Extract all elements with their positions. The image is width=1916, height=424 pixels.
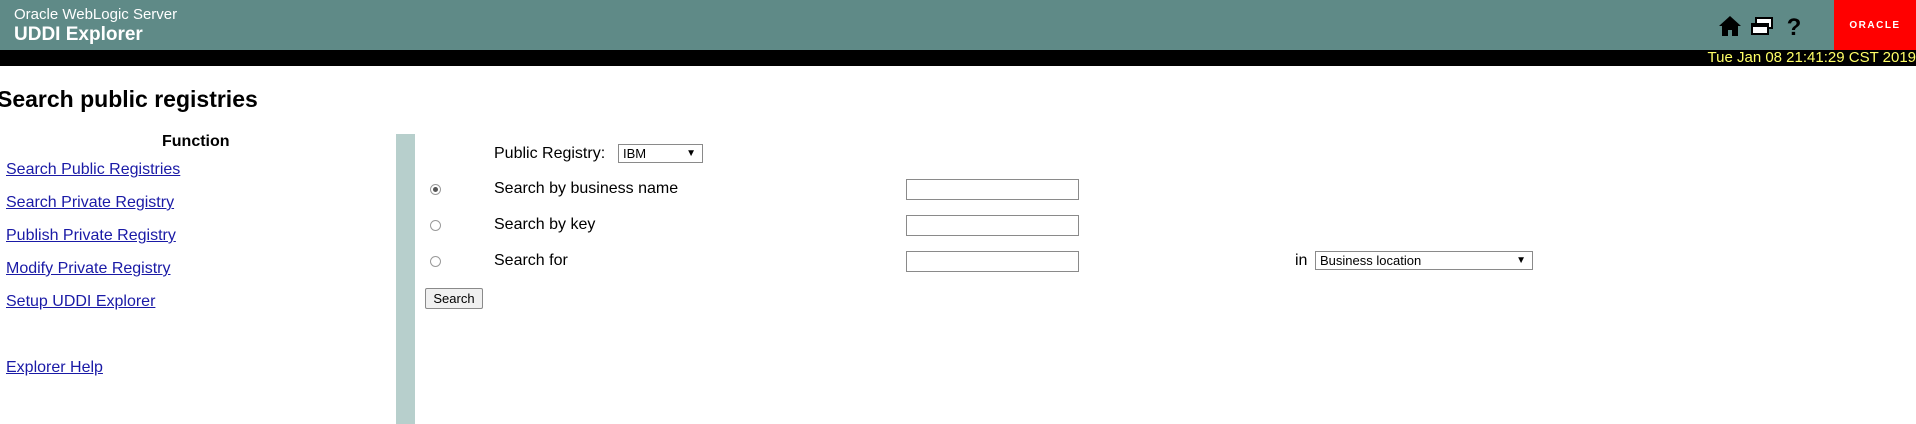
timestamp: Tue Jan 08 21:41:29 CST 2019	[1707, 49, 1916, 66]
location-select-value: Business location	[1320, 253, 1422, 268]
date-bar: Tue Jan 08 21:41:29 CST 2019	[0, 50, 1916, 66]
svg-text:?: ?	[1787, 14, 1802, 39]
search-for-input[interactable]	[906, 251, 1079, 272]
radio-search-for[interactable]	[430, 256, 441, 267]
nav-explorer-help[interactable]: Explorer Help	[6, 359, 103, 377]
nav-publish-private-registry[interactable]: Publish Private Registry	[6, 227, 176, 245]
app-title: UDDI Explorer	[14, 24, 143, 45]
public-registry-value: IBM	[623, 146, 647, 161]
radio-search-by-key[interactable]	[430, 220, 441, 231]
chevron-down-icon: ▼	[1516, 255, 1526, 266]
app-header: Oracle WebLogic Server UDDI Explorer ? O…	[0, 0, 1916, 51]
search-for-location-select[interactable]: Business location ▼	[1315, 251, 1533, 270]
nav-search-private-registry[interactable]: Search Private Registry	[6, 194, 174, 212]
windows-icon[interactable]	[1749, 13, 1775, 39]
sidebar-divider	[396, 134, 415, 424]
page-title: Search public registries	[0, 86, 258, 112]
product-name: Oracle WebLogic Server	[14, 6, 178, 23]
search-by-key-label: Search by key	[494, 216, 596, 233]
nav-modify-private-registry[interactable]: Modify Private Registry	[6, 260, 171, 278]
search-button[interactable]: Search	[425, 288, 483, 309]
radio-search-by-business-name[interactable]	[430, 184, 441, 195]
function-heading: Function	[162, 133, 230, 150]
search-for-label: Search for	[494, 252, 568, 269]
key-input[interactable]	[906, 215, 1079, 236]
home-icon[interactable]	[1717, 13, 1743, 39]
oracle-logo-text: ORACLE	[1849, 19, 1901, 31]
public-registry-label: Public Registry:	[494, 145, 606, 162]
business-name-input[interactable]	[906, 179, 1079, 200]
nav-setup-uddi-explorer[interactable]: Setup UDDI Explorer	[6, 293, 155, 311]
in-label: in	[1295, 252, 1308, 269]
search-by-business-name-label: Search by business name	[494, 180, 679, 197]
oracle-logo: ORACLE	[1834, 0, 1916, 50]
chevron-down-icon: ▼	[686, 148, 696, 159]
public-registry-select[interactable]: IBM ▼	[618, 144, 703, 163]
help-icon[interactable]: ?	[1781, 13, 1807, 39]
nav-search-public-registries[interactable]: Search Public Registries	[6, 161, 180, 179]
